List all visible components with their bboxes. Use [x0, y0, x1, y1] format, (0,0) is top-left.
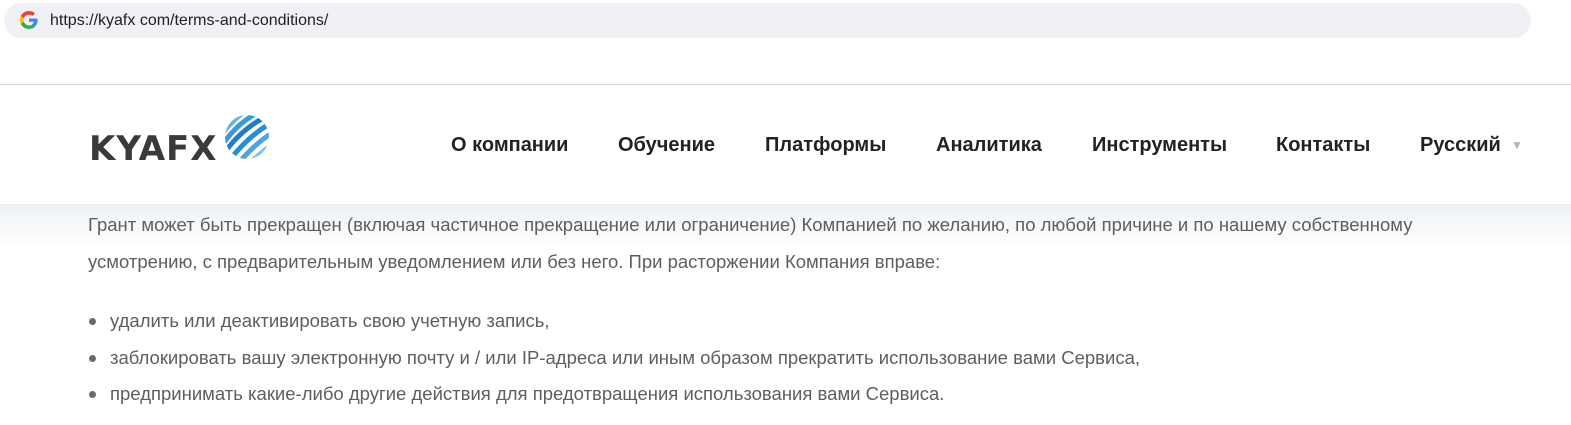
- list-item-text: предпринимать какие-либо другие действия…: [110, 383, 945, 404]
- kyafx-logo[interactable]: KYAFX: [89, 111, 271, 169]
- language-selector[interactable]: Русский: [1420, 133, 1501, 157]
- logo-text: KYAFX: [89, 129, 218, 169]
- url-text[interactable]: https://kyafx com/terms-and-conditions/: [50, 11, 328, 31]
- list-item-text: удалить или деактивировать свою учетную …: [110, 310, 550, 331]
- page: https://kyafx com/terms-and-conditions/ …: [0, 0, 1571, 425]
- nav-analytics[interactable]: Аналитика: [936, 133, 1042, 157]
- termination-paragraph-line1: Грант может быть прекращен (включая част…: [88, 214, 1413, 235]
- bullet-icon: [89, 318, 96, 325]
- nav-instruments[interactable]: Инструменты: [1092, 133, 1227, 157]
- list-item-text: заблокировать вашу электронную почту и /…: [110, 346, 1140, 368]
- list-item: удалить или деактивировать свою учетную …: [88, 303, 1140, 340]
- nav-education[interactable]: Обучение: [618, 133, 715, 157]
- terms-content: Грант может быть прекращен (включая част…: [88, 206, 1528, 280]
- bullet-icon: [89, 354, 96, 362]
- nav-about[interactable]: О компании: [451, 133, 568, 157]
- globe-logo-icon: [225, 115, 269, 159]
- google-g-icon: [20, 11, 38, 29]
- bullet-icon: [89, 391, 96, 398]
- nav-contacts[interactable]: Контакты: [1276, 133, 1370, 157]
- list-item: предпринимать какие-либо другие действия…: [88, 376, 1140, 413]
- list-item: заблокировать вашу электронную почту и /…: [88, 340, 1140, 377]
- termination-paragraph-line2: усмотрению, с предварительным уведомлени…: [88, 251, 941, 272]
- termination-actions-list: удалить или деактивировать свою учетную …: [88, 303, 1140, 413]
- browser-toolbar: https://kyafx com/terms-and-conditions/: [0, 0, 1571, 85]
- address-bar[interactable]: https://kyafx com/terms-and-conditions/: [4, 3, 1531, 38]
- dropdown-triangle-icon[interactable]: ▼: [1511, 138, 1523, 152]
- nav-platforms[interactable]: Платформы: [765, 133, 886, 157]
